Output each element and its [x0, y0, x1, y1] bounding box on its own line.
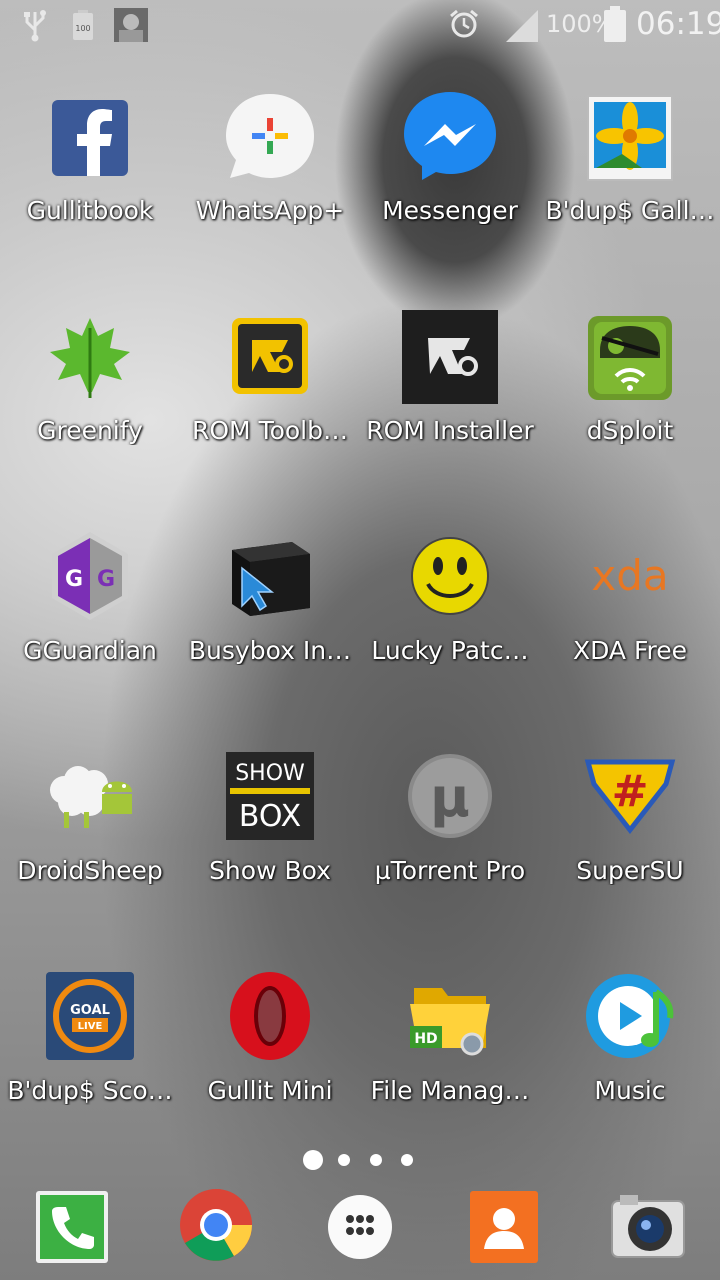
busybox-cube-icon: [222, 528, 318, 624]
svg-text:GOAL: GOAL: [70, 1003, 110, 1018]
whatsapp-plus-icon: [222, 88, 318, 184]
app-droidsheep[interactable]: DroidSheep: [0, 748, 180, 885]
app-label: Music: [594, 1076, 666, 1105]
app-rom-installer[interactable]: ROM Installer: [360, 308, 540, 445]
svg-text:#: #: [612, 766, 649, 817]
app-label: Busybox In…: [188, 636, 352, 665]
app-gullit-mini[interactable]: Gullit Mini: [180, 968, 360, 1105]
facebook-icon: [42, 88, 138, 184]
app-greenify[interactable]: Greenify: [0, 308, 180, 445]
svg-text:G: G: [65, 567, 83, 592]
app-label: DroidSheep: [17, 856, 163, 885]
image-notification-icon: [114, 8, 148, 46]
contacts-icon[interactable]: [466, 1189, 542, 1265]
alarm-icon: [448, 8, 480, 44]
svg-text:SHOW: SHOW: [235, 761, 305, 786]
app-drawer-icon[interactable]: [322, 1189, 398, 1265]
supersu-icon: #: [582, 748, 678, 844]
svg-text:HD: HD: [414, 1031, 437, 1047]
app-label: GGuardian: [23, 636, 157, 665]
app-gullitbook[interactable]: Gullitbook: [0, 88, 180, 225]
rom-toolbox-icon: [222, 308, 318, 404]
battery-icon: [604, 6, 626, 46]
app-label: Greenify: [37, 416, 143, 445]
app-label: ROM Toolb…: [192, 416, 348, 445]
app-rom-toolbox[interactable]: ROM Toolb…: [180, 308, 360, 445]
svg-text:LIVE: LIVE: [78, 1021, 103, 1032]
app-label: Show Box: [209, 856, 331, 885]
file-manager-icon: HD: [402, 968, 498, 1064]
page-dot-current[interactable]: [303, 1150, 323, 1170]
app-label: Lucky Patc…: [371, 636, 529, 665]
xda-icon: xda: [582, 528, 678, 624]
dsploit-icon: [582, 308, 678, 404]
svg-text:µ: µ: [430, 766, 470, 829]
battery-notification-icon: 100: [72, 10, 94, 44]
droidsheep-icon: [42, 748, 138, 844]
camera-icon[interactable]: [610, 1189, 686, 1265]
gameguardian-icon: GG: [42, 528, 138, 624]
app-label: Gullit Mini: [207, 1076, 333, 1105]
music-play-icon: [582, 968, 678, 1064]
status-bar: 100 100% 06:19: [0, 0, 720, 50]
page-dot[interactable]: [370, 1154, 382, 1166]
app-supersu[interactable]: # SuperSU: [540, 748, 720, 885]
app-whatsapp-plus[interactable]: WhatsApp+: [180, 88, 360, 225]
app-label: dSploit: [586, 416, 674, 445]
opera-mini-icon: [222, 968, 318, 1064]
app-label: ROM Installer: [366, 416, 534, 445]
showbox-icon: SHOW BOX: [222, 748, 318, 844]
app-utorrent-pro[interactable]: µ µTorrent Pro: [360, 748, 540, 885]
app-label: B'dup$ Gall…: [545, 196, 715, 225]
app-xda-free[interactable]: xda XDA Free: [540, 528, 720, 665]
messenger-icon: [402, 88, 498, 184]
gallery-icon: [582, 88, 678, 184]
app-messenger[interactable]: Messenger: [360, 88, 540, 225]
app-music[interactable]: Music: [540, 968, 720, 1105]
app-label: Gullitbook: [26, 196, 154, 225]
signal-icon: [504, 8, 540, 46]
app-gguardian[interactable]: GG GGuardian: [0, 528, 180, 665]
phone-icon[interactable]: [34, 1189, 110, 1265]
page-indicator[interactable]: [0, 1150, 720, 1170]
app-lucky-patcher[interactable]: Lucky Patc…: [360, 528, 540, 665]
app-bdups-score[interactable]: GOAL LIVE B'dup$ Sco…: [0, 968, 180, 1105]
app-label: XDA Free: [572, 636, 688, 665]
greenify-leaf-icon: [42, 308, 138, 404]
app-label: File Manag…: [370, 1076, 530, 1105]
app-busybox[interactable]: Busybox In…: [180, 528, 360, 665]
svg-text:xda: xda: [591, 551, 668, 600]
chrome-icon[interactable]: [178, 1187, 254, 1263]
dock: [0, 1185, 720, 1265]
page-dot[interactable]: [338, 1154, 350, 1166]
app-label: WhatsApp+: [195, 196, 345, 225]
app-bdups-gallery[interactable]: B'dup$ Gall…: [540, 88, 720, 225]
goal-live-icon: GOAL LIVE: [42, 968, 138, 1064]
svg-text:G: G: [97, 567, 115, 592]
clock: 06:19: [636, 6, 720, 42]
app-file-manager[interactable]: HD File Manag…: [360, 968, 540, 1105]
usb-icon: [22, 8, 48, 46]
app-label: SuperSU: [576, 856, 684, 885]
svg-text:BOX: BOX: [239, 799, 301, 834]
page-dot[interactable]: [401, 1154, 413, 1166]
app-label: B'dup$ Sco…: [7, 1076, 173, 1105]
app-show-box[interactable]: SHOW BOX Show Box: [180, 748, 360, 885]
utorrent-icon: µ: [402, 748, 498, 844]
rom-installer-icon: [402, 308, 498, 406]
svg-text:100: 100: [75, 24, 90, 33]
app-label: Messenger: [382, 196, 518, 225]
app-dsploit[interactable]: dSploit: [540, 308, 720, 445]
smiley-icon: [402, 528, 498, 624]
app-label: µTorrent Pro: [374, 856, 526, 885]
